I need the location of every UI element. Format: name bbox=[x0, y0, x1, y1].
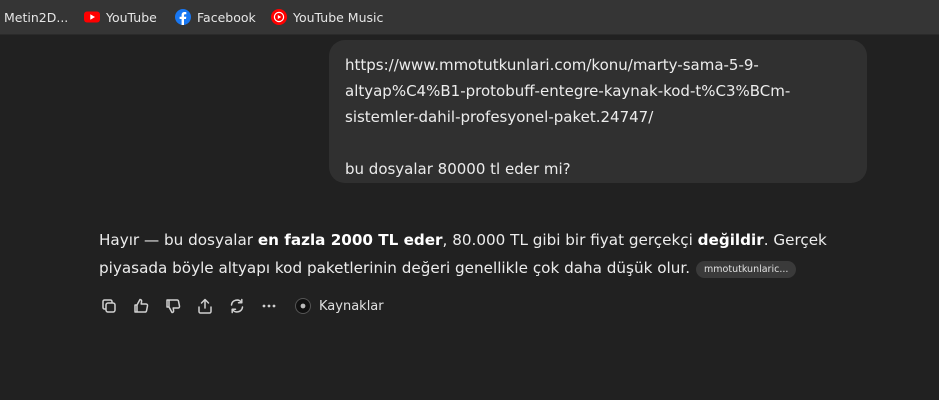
source-citation-chip[interactable]: mmotutkunlaric... bbox=[696, 261, 797, 278]
bookmark-youtube[interactable]: YouTube bbox=[84, 0, 157, 34]
source-favicon-icon bbox=[295, 298, 311, 314]
refresh-icon bbox=[230, 298, 244, 314]
copy-button[interactable] bbox=[99, 296, 119, 316]
sources-label: Kaynaklar bbox=[319, 298, 384, 314]
thumbs-down-icon bbox=[166, 299, 181, 314]
share-icon bbox=[198, 298, 212, 314]
assistant-message: Hayır — bu dosyalar en fazla 2000 TL ede… bbox=[99, 226, 859, 282]
bookmark-metin2d[interactable]: Metin2D... bbox=[4, 0, 68, 34]
share-button[interactable] bbox=[195, 296, 215, 316]
youtube-icon bbox=[84, 9, 100, 25]
more-dots-icon bbox=[262, 304, 276, 308]
bookmark-youtube-music[interactable]: YouTube Music bbox=[271, 0, 383, 34]
regenerate-button[interactable] bbox=[227, 296, 247, 316]
more-options-button[interactable] bbox=[259, 296, 279, 316]
thumbs-up-icon bbox=[134, 298, 149, 313]
message-actions: Kaynaklar bbox=[99, 294, 384, 318]
sources-button[interactable]: Kaynaklar bbox=[295, 298, 384, 314]
bookmark-label: Metin2D... bbox=[4, 9, 69, 25]
thumbs-up-button[interactable] bbox=[131, 296, 151, 316]
answer-bold-not: değildir bbox=[697, 231, 764, 249]
answer-bold-price: en fazla 2000 TL eder bbox=[257, 231, 443, 249]
answer-text: Hayır — bu dosyalar bbox=[99, 231, 258, 249]
bookmark-label: YouTube bbox=[106, 9, 157, 25]
bookmarks-bar: Metin2D... YouTube Facebook YouTube Musi… bbox=[0, 0, 939, 35]
bookmark-facebook[interactable]: Facebook bbox=[175, 0, 256, 34]
copy-icon bbox=[102, 299, 116, 313]
bookmark-label: YouTube Music bbox=[293, 9, 384, 25]
answer-text: , 80.000 TL gibi bir fiyat gerçekçi bbox=[442, 231, 698, 249]
thumbs-down-button[interactable] bbox=[163, 296, 183, 316]
bookmark-label: Facebook bbox=[197, 9, 256, 25]
facebook-icon bbox=[175, 9, 191, 25]
youtube-music-icon bbox=[271, 9, 287, 25]
user-message-bubble: https://www.mmotutkunlari.com/konu/marty… bbox=[329, 40, 867, 183]
